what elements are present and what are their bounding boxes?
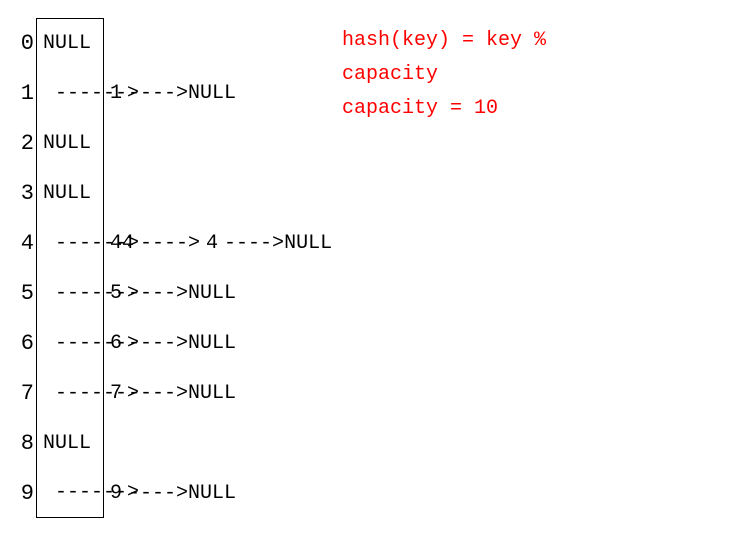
- bucket-index: 8: [12, 431, 36, 456]
- chain-node: 7: [104, 382, 128, 405]
- bucket-row: 8 NULL: [12, 418, 736, 468]
- bucket-cell: ------>: [36, 68, 104, 118]
- formula-line-1: hash(key) = key %: [342, 29, 546, 52]
- bucket-cell: NULL: [36, 418, 104, 468]
- null-label: NULL: [188, 382, 236, 405]
- arrow-icon: ---->: [224, 232, 284, 255]
- arrow-icon: ---->: [128, 282, 188, 305]
- chain: 5---->NULL: [104, 282, 236, 305]
- bucket-row: 4 ------> 44----> 4---->NULL: [12, 218, 736, 268]
- bucket-row: 5 ------> 5---->NULL: [12, 268, 736, 318]
- chain-node: 6: [104, 332, 128, 355]
- bucket-index: 7: [12, 381, 36, 406]
- bucket-cell: NULL: [36, 18, 104, 68]
- chain: 7---->NULL: [104, 382, 236, 405]
- null-label: NULL: [188, 482, 236, 505]
- bucket-row: 7 ------> 7---->NULL: [12, 368, 736, 418]
- bucket-index: 6: [12, 331, 36, 356]
- chain: 44----> 4---->NULL: [104, 232, 332, 255]
- bucket-index: 4: [12, 231, 36, 256]
- chain-node: 44: [104, 232, 140, 255]
- arrow-icon: ---->: [128, 382, 188, 405]
- arrow-icon: ---->: [140, 232, 200, 255]
- chain: 9---->NULL: [104, 482, 236, 505]
- hash-formula: hash(key) = key % capacity capacity = 10: [342, 24, 546, 126]
- bucket-row: 9 ------> 9---->NULL: [12, 468, 736, 518]
- chain-node: 4: [200, 232, 224, 255]
- bucket-cell: NULL: [36, 118, 104, 168]
- formula-line-3: capacity = 10: [342, 97, 498, 120]
- bucket-cell: ------>: [36, 318, 104, 368]
- bucket-row: 3 NULL: [12, 168, 736, 218]
- null-label: NULL: [188, 282, 236, 305]
- bucket-index: 1: [12, 81, 36, 106]
- null-label: NULL: [188, 82, 236, 105]
- null-label: NULL: [188, 332, 236, 355]
- null-label: NULL: [284, 232, 332, 255]
- bucket-row: 6 ------> 6---->NULL: [12, 318, 736, 368]
- bucket-cell: ------>: [36, 218, 104, 268]
- bucket-index: 3: [12, 181, 36, 206]
- bucket-cell: ------>: [36, 268, 104, 318]
- chain-node: 1: [104, 82, 128, 105]
- null-label: NULL: [43, 432, 91, 455]
- bucket-index: 0: [12, 31, 36, 56]
- chain-node: 9: [104, 482, 128, 505]
- null-label: NULL: [43, 132, 91, 155]
- bucket-cell: ------>: [36, 368, 104, 418]
- bucket-index: 9: [12, 481, 36, 506]
- chain-node: 5: [104, 282, 128, 305]
- arrow-icon: ---->: [128, 482, 188, 505]
- arrow-icon: ---->: [128, 332, 188, 355]
- hash-table-diagram: hash(key) = key % capacity capacity = 10…: [12, 18, 736, 518]
- chain: 6---->NULL: [104, 332, 236, 355]
- formula-line-2: capacity: [342, 63, 438, 86]
- bucket-cell: ------>: [36, 468, 104, 518]
- bucket-index: 5: [12, 281, 36, 306]
- bucket-index: 2: [12, 131, 36, 156]
- chain: 1---->NULL: [104, 82, 236, 105]
- null-label: NULL: [43, 32, 91, 55]
- bucket-cell: NULL: [36, 168, 104, 218]
- null-label: NULL: [43, 182, 91, 205]
- arrow-icon: ---->: [128, 82, 188, 105]
